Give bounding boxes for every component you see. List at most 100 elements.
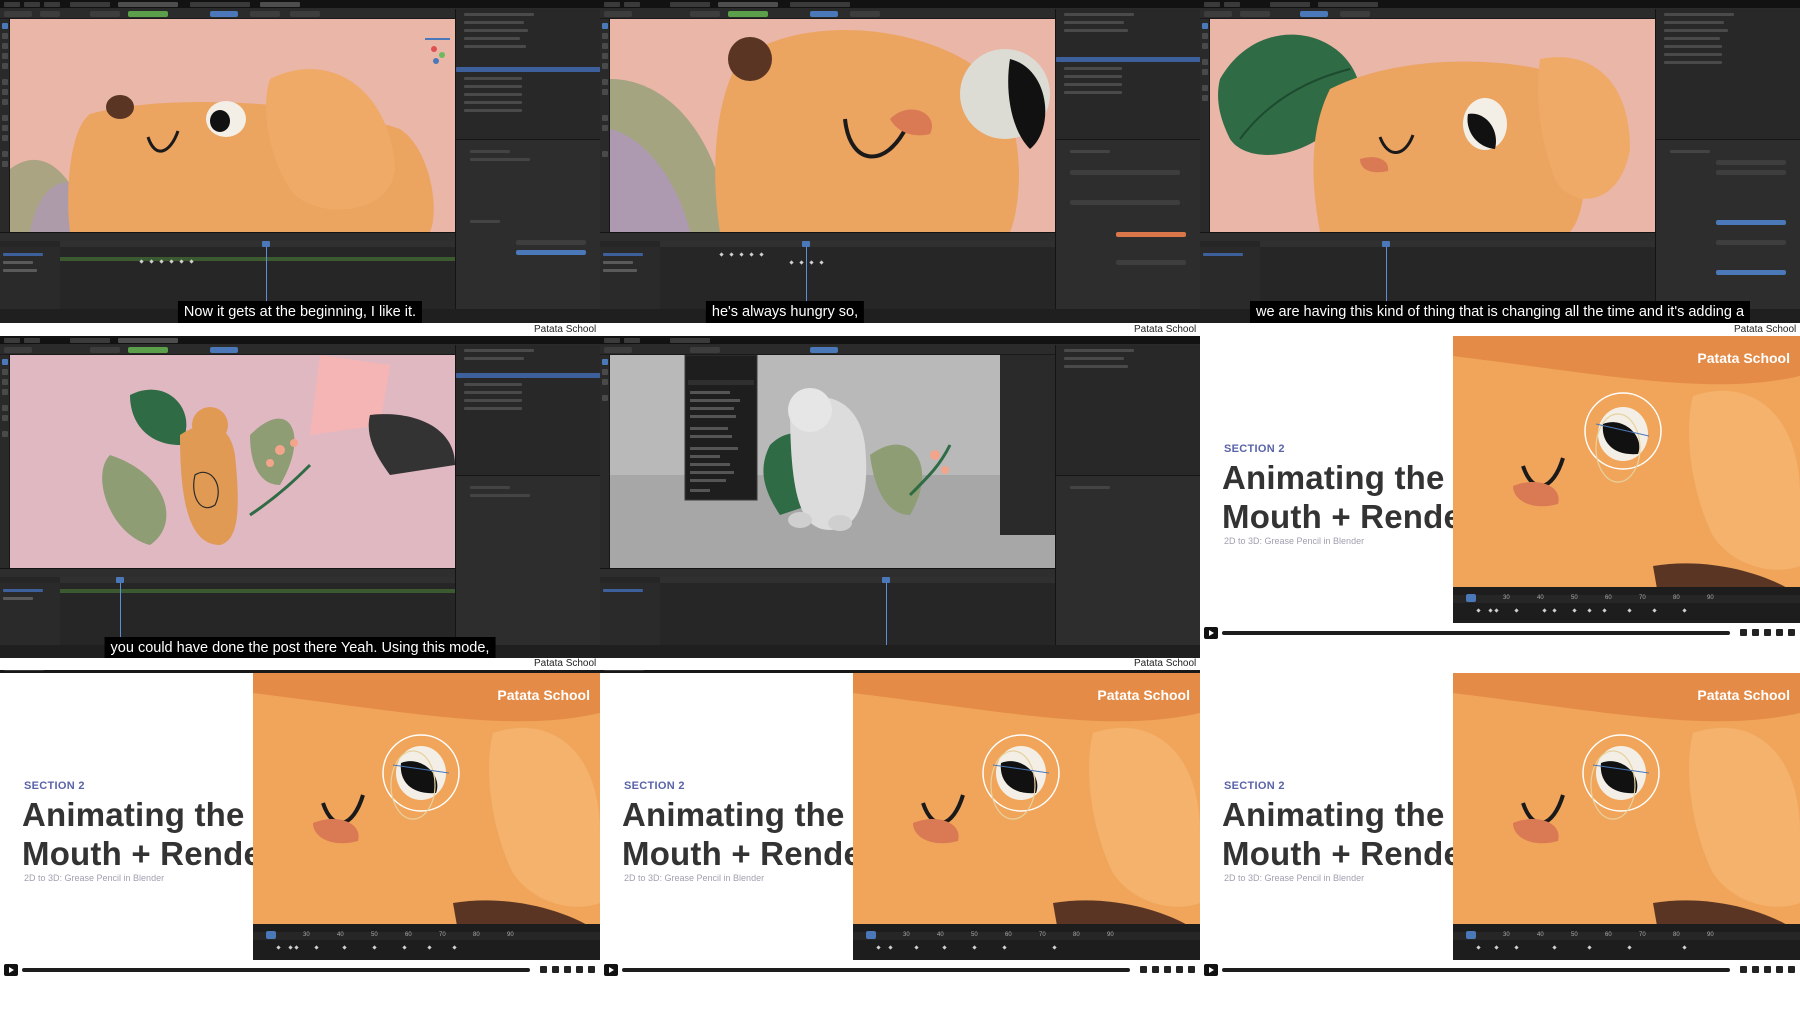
play-icon[interactable] xyxy=(4,964,18,976)
volume-icon[interactable] xyxy=(540,966,547,973)
play-icon[interactable] xyxy=(1204,964,1218,976)
captions-icon[interactable] xyxy=(1764,629,1771,636)
progress-bar[interactable] xyxy=(1222,631,1730,635)
fullscreen-icon[interactable] xyxy=(588,966,595,973)
fullscreen-icon[interactable] xyxy=(1188,966,1195,973)
pip-icon[interactable] xyxy=(1776,966,1783,973)
dog-closeup-art: Patata School xyxy=(1453,336,1800,623)
frame-1: Now it gets at the beginning, I like it. xyxy=(0,0,600,337)
dog-closeup-art: Patata School xyxy=(253,673,600,960)
fullscreen-icon[interactable] xyxy=(1788,966,1795,973)
properties-panel[interactable] xyxy=(1055,475,1200,645)
properties-panel[interactable] xyxy=(1055,139,1200,309)
mini-timeline[interactable]: 2030405060708090 xyxy=(1453,587,1800,623)
subtitle-caption: we are having this kind of thing that is… xyxy=(1249,301,1751,323)
captions-icon[interactable] xyxy=(1764,966,1771,973)
video-player-controls[interactable] xyxy=(1200,960,1800,1010)
brand-row-2: Patata School Patata School xyxy=(0,658,1200,670)
outliner-panel[interactable] xyxy=(1055,345,1200,475)
frame-2: he's always hungry so, xyxy=(600,0,1200,337)
outliner-panel[interactable] xyxy=(455,345,600,475)
section-slide: SECTION 2 Animating the Mouth + Render 2D… xyxy=(0,673,600,1010)
menu-bar[interactable] xyxy=(600,336,1200,345)
video-player-controls[interactable] xyxy=(0,960,600,1010)
viewport-header[interactable] xyxy=(600,345,1055,355)
video-player-controls[interactable] xyxy=(600,960,1200,1010)
captions-icon[interactable] xyxy=(564,966,571,973)
tool-shelf[interactable] xyxy=(0,19,10,232)
brand-label: Patata School xyxy=(1134,658,1197,669)
section-slide: SECTION 2 Animating the Mouth + Render 2D… xyxy=(1200,336,1800,673)
volume-icon[interactable] xyxy=(1740,966,1747,973)
menu-bar[interactable] xyxy=(600,0,1200,9)
blender-window xyxy=(0,0,600,337)
dog-closeup-art: Patata School xyxy=(853,673,1200,960)
slide-title: Animating the Mouth + Render xyxy=(622,796,876,872)
pip-icon[interactable] xyxy=(1776,629,1783,636)
fullscreen-icon[interactable] xyxy=(1788,629,1795,636)
properties-panel[interactable] xyxy=(455,475,600,645)
brand-watermark: Patata School xyxy=(1697,687,1790,703)
tool-shelf[interactable] xyxy=(600,19,610,232)
viewport-3d[interactable] xyxy=(610,355,1055,568)
tool-shelf[interactable] xyxy=(1200,19,1210,232)
section-slide: SECTION 2 Animating the Mouth + Render 2D… xyxy=(1200,673,1800,1010)
progress-bar[interactable] xyxy=(22,968,530,972)
brand-watermark: Patata School xyxy=(1697,350,1790,366)
viewport-3d[interactable] xyxy=(10,19,455,232)
viewport-header[interactable] xyxy=(600,9,1055,19)
dope-sheet[interactable] xyxy=(600,232,1055,309)
brand-row-1: Patata School Patata School Patata Schoo… xyxy=(0,323,1800,336)
brand-label: Patata School xyxy=(534,324,597,335)
brand-label: Patata School xyxy=(1134,324,1197,335)
video-player-controls[interactable] xyxy=(1200,623,1800,673)
progress-bar[interactable] xyxy=(1222,968,1730,972)
dope-sheet[interactable] xyxy=(0,232,455,309)
subtitle-caption: he's always hungry so, xyxy=(705,301,865,323)
settings-icon[interactable] xyxy=(1752,966,1759,973)
properties-panel[interactable] xyxy=(1655,139,1800,309)
captions-icon[interactable] xyxy=(1164,966,1171,973)
frame-9: SECTION 2 Animating the Mouth + Render 2D… xyxy=(1200,673,1800,1010)
dope-sheet[interactable] xyxy=(0,568,455,645)
viewport-3d[interactable] xyxy=(10,355,455,568)
menu-bar[interactable] xyxy=(0,336,600,345)
tool-shelf[interactable] xyxy=(600,355,610,568)
properties-panel[interactable] xyxy=(455,139,600,309)
viewport-3d[interactable] xyxy=(610,19,1055,232)
pip-icon[interactable] xyxy=(1176,966,1183,973)
slide-title: Animating the Mouth + Render xyxy=(1222,796,1476,872)
section-slide: SECTION 2 Animating the Mouth + Render 2D… xyxy=(600,673,1200,1010)
dope-sheet[interactable] xyxy=(600,568,1055,645)
viewport-3d[interactable] xyxy=(1210,19,1655,232)
pip-icon[interactable] xyxy=(576,966,583,973)
volume-icon[interactable] xyxy=(1740,629,1747,636)
progress-bar[interactable] xyxy=(622,968,1130,972)
mini-timeline[interactable]: 2030405060708090 xyxy=(1453,924,1800,960)
viewport-header[interactable] xyxy=(1200,9,1655,19)
outliner-panel[interactable] xyxy=(1055,9,1200,139)
settings-icon[interactable] xyxy=(1752,629,1759,636)
section-label: SECTION 2 xyxy=(24,780,85,792)
tool-shelf[interactable] xyxy=(0,355,10,568)
mini-timeline[interactable]: 2030405060708090 xyxy=(853,924,1200,960)
slide-subtitle: 2D to 3D: Grease Pencil in Blender xyxy=(1224,873,1365,883)
play-icon[interactable] xyxy=(1204,627,1218,639)
frame-7: SECTION 2 Animating the Mouth + Render 2D… xyxy=(0,673,600,1010)
blender-window xyxy=(1200,0,1800,337)
menu-bar[interactable] xyxy=(0,0,600,9)
play-icon[interactable] xyxy=(604,964,618,976)
mini-timeline[interactable]: 2030405060708090 xyxy=(253,924,600,960)
slide-subtitle: 2D to 3D: Grease Pencil in Blender xyxy=(1224,536,1365,546)
settings-icon[interactable] xyxy=(552,966,559,973)
viewport-header[interactable] xyxy=(0,9,455,19)
dope-sheet[interactable] xyxy=(1200,232,1655,309)
volume-icon[interactable] xyxy=(1140,966,1147,973)
outliner-panel[interactable] xyxy=(1655,9,1800,139)
viewport-header[interactable] xyxy=(0,345,455,355)
settings-icon[interactable] xyxy=(1152,966,1159,973)
outliner-panel[interactable] xyxy=(455,9,600,139)
frame-8: SECTION 2 Animating the Mouth + Render 2D… xyxy=(600,673,1200,1010)
menu-bar[interactable] xyxy=(1200,0,1800,9)
brand-label: Patata School xyxy=(1734,324,1797,335)
